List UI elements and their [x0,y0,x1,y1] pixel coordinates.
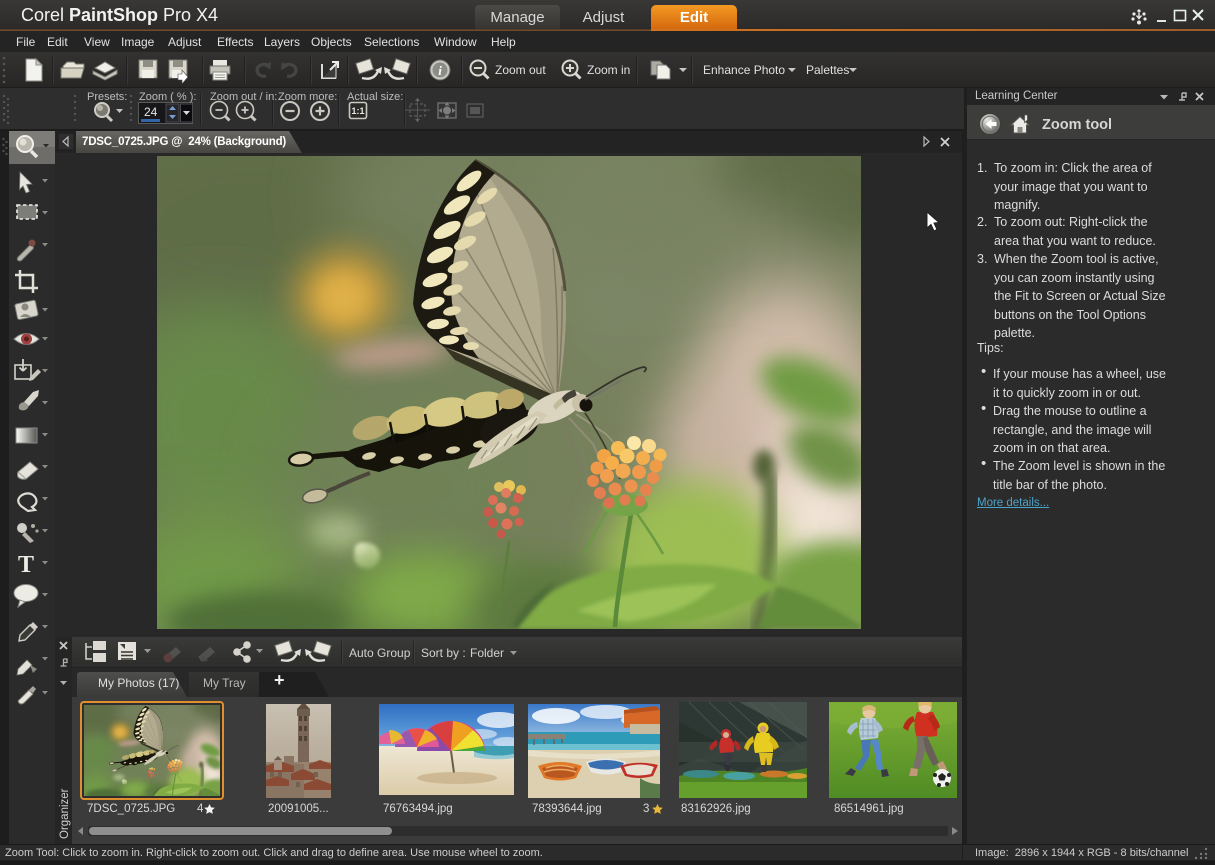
svg-text:i: i [438,63,442,78]
svg-text:Organizer: Organizer [59,788,71,839]
svg-text:1:1: 1:1 [351,106,364,116]
svg-text:24: 24 [144,105,158,119]
svg-text:T: T [18,552,34,578]
svg-text:Zoom tool: Zoom tool [1042,117,1112,133]
